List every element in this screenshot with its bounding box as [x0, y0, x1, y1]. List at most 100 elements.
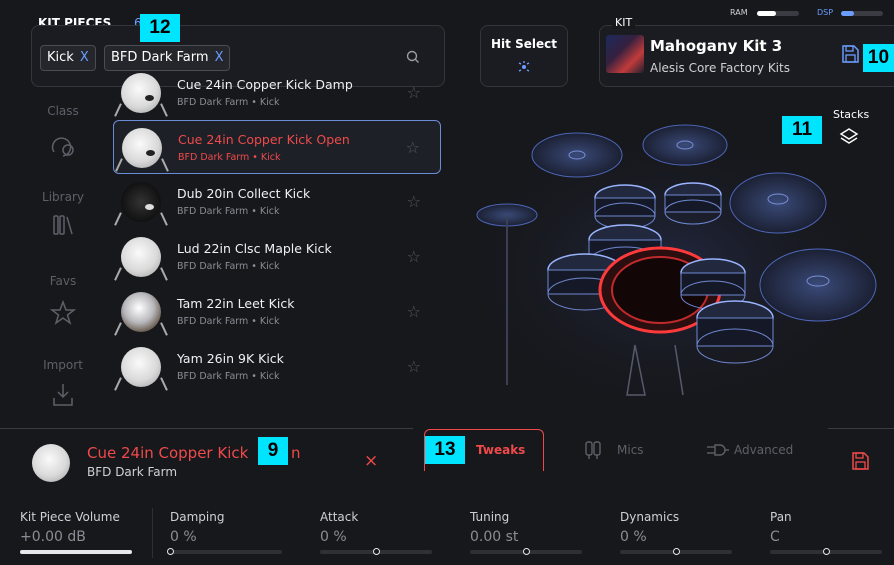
param-slider-knob[interactable] — [167, 548, 174, 555]
kit-piece-library: BFD Dark Farm • Kick — [178, 152, 281, 163]
ram-label: RAM — [730, 8, 748, 17]
kit-section-label: KIT — [612, 16, 636, 29]
param-slider-knob[interactable] — [523, 548, 530, 555]
advanced-icon — [707, 444, 729, 456]
kit-piece-library: BFD Dark Farm • Kick — [177, 316, 280, 327]
kick-drum-thumbnail — [114, 237, 168, 281]
category-favs-label: Favs — [49, 274, 77, 288]
tab-advanced[interactable]: Advanced — [734, 429, 793, 471]
callout-9: 9 — [258, 437, 288, 465]
favorite-star-icon[interactable]: ☆ — [407, 192, 421, 211]
hit-select-icon — [518, 61, 530, 72]
category-class-label: Class — [47, 104, 79, 118]
ram-meter — [757, 11, 799, 16]
kit-piece-library: BFD Dark Farm • Kick — [177, 371, 280, 382]
param-slider-track[interactable] — [20, 550, 132, 554]
param-slider-track[interactable] — [170, 550, 282, 554]
kick-drum-thumbnail — [114, 73, 168, 117]
kit-piece-library: BFD Dark Farm • Kick — [177, 206, 280, 217]
kick-drum-thumbnail — [114, 347, 168, 391]
save-piece-icon[interactable] — [850, 451, 870, 471]
param-value[interactable]: 0 % — [170, 529, 224, 545]
kit-piece-name: Dub 20in Collect Kick — [177, 186, 311, 201]
filter-chip-label: Kick — [47, 50, 74, 65]
dsp-meter — [841, 11, 883, 16]
cymbal-right-ride[interactable] — [759, 248, 877, 322]
param-value[interactable]: +0.00 dB — [20, 529, 120, 545]
param-slider-knob[interactable] — [373, 548, 380, 555]
mics-icon — [585, 441, 601, 459]
param-tuning: Tuning 0.00 st — [470, 510, 518, 545]
param-slider-knob[interactable] — [823, 548, 830, 555]
selected-piece-name-tail: n — [291, 444, 301, 462]
param-label: Pan — [770, 510, 792, 524]
param-slider-fill — [20, 550, 132, 554]
hit-select-button[interactable] — [480, 25, 568, 87]
kit-piece-library: BFD Dark Farm • Kick — [177, 261, 280, 272]
param-value[interactable]: 0 % — [620, 529, 679, 545]
param-label: Tuning — [470, 510, 510, 524]
param-value[interactable]: 0 % — [320, 529, 358, 545]
param-pan: Pan C — [770, 510, 792, 545]
close-piece-icon[interactable]: × — [364, 451, 378, 471]
search-icon[interactable] — [405, 49, 421, 65]
callout-13: 13 — [425, 436, 465, 464]
tab-tweaks[interactable]: Tweaks — [476, 429, 525, 471]
cymbal-left-crash[interactable] — [531, 132, 623, 178]
kit-piece-library: BFD Dark Farm • Kick — [177, 97, 280, 108]
list-item-selected[interactable]: Cue 24in Copper Kick Open BFD Dark Farm … — [113, 120, 441, 174]
list-item[interactable]: Yam 26in 9K Kick BFD Dark Farm • Kick ☆ — [113, 340, 441, 394]
category-library-label: Library — [42, 190, 84, 204]
param-label: Kit Piece Volume — [20, 510, 120, 524]
kit-piece-name: Tam 22in Leet Kick — [177, 296, 295, 311]
list-item[interactable]: Cue 24in Copper Kick Damp BFD Dark Farm … — [113, 66, 441, 120]
save-kit-icon[interactable] — [840, 44, 860, 64]
kit-piece-name: Cue 24in Copper Kick Open — [178, 132, 350, 147]
tab-mics[interactable]: Mics — [617, 429, 644, 471]
import-icon[interactable] — [48, 380, 78, 410]
param-slider-knob[interactable] — [673, 548, 680, 555]
selected-piece-name: Cue 24in Copper Kick — [87, 444, 249, 462]
cymbal-ride[interactable] — [729, 172, 827, 234]
kick-drum-thumbnail — [115, 128, 169, 172]
kit-piece-name: Lud 22in Clsc Maple Kick — [177, 241, 332, 256]
param-value[interactable]: 0.00 st — [470, 529, 518, 545]
list-item[interactable]: Lud 22in Clsc Maple Kick BFD Dark Farm •… — [113, 230, 441, 284]
param-dynamics: Dynamics 0 % — [620, 510, 679, 545]
param-label: Attack — [320, 510, 359, 524]
cymbal-center-crash[interactable] — [642, 124, 728, 166]
filter-chip-label: BFD Dark Farm — [111, 50, 209, 65]
favorite-star-icon[interactable]: ☆ — [407, 357, 421, 376]
selected-piece-thumbnail — [32, 444, 70, 482]
list-item[interactable]: Tam 22in Leet Kick BFD Dark Farm • Kick … — [113, 285, 441, 339]
remove-filter-icon[interactable]: X — [80, 50, 89, 65]
callout-10: 10 — [863, 44, 894, 72]
dsp-label: DSP — [817, 8, 834, 17]
kick-drum-thumbnail — [114, 292, 168, 336]
bottom-divider-right — [828, 428, 894, 429]
kit-piece-name: Cue 24in Copper Kick Damp — [177, 77, 353, 92]
param-kit-piece-volume: Kit Piece Volume +0.00 dB — [20, 510, 120, 545]
star-icon[interactable] — [48, 298, 78, 328]
remove-filter-icon[interactable]: X — [215, 50, 224, 65]
favorite-star-icon[interactable]: ☆ — [407, 83, 421, 102]
library-icon[interactable] — [48, 210, 78, 240]
kit-thumbnail — [606, 35, 644, 73]
param-label: Damping — [170, 510, 225, 524]
hit-select-label: Hit Select — [491, 37, 557, 51]
list-item[interactable]: Dub 20in Collect Kick BFD Dark Farm • Ki… — [113, 175, 441, 229]
param-value[interactable]: C — [770, 529, 792, 545]
kit-name: Mahogany Kit 3 — [650, 37, 783, 55]
param-label: Dynamics — [620, 510, 680, 524]
kit-library: Alesis Core Factory Kits — [650, 61, 790, 75]
kick-drum-thumbnail — [114, 182, 168, 226]
class-icon[interactable] — [48, 132, 78, 162]
param-divider — [152, 508, 153, 558]
drum-kit-view[interactable] — [445, 95, 894, 425]
favorite-star-icon[interactable]: ☆ — [406, 138, 420, 157]
favorite-star-icon[interactable]: ☆ — [407, 247, 421, 266]
category-import-label: Import — [43, 358, 83, 372]
param-damping: Damping 0 % — [170, 510, 224, 545]
favorite-star-icon[interactable]: ☆ — [407, 302, 421, 321]
filter-chip-kick[interactable]: Kick X — [40, 45, 96, 71]
